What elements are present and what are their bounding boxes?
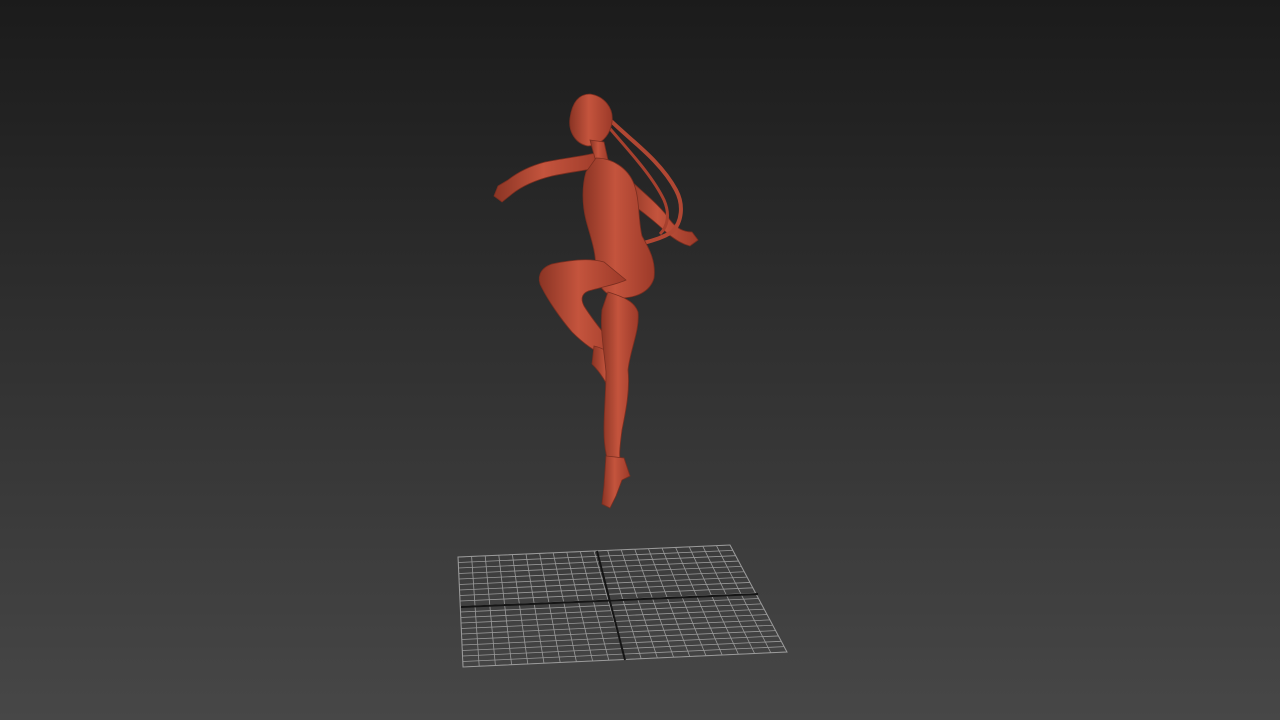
character-foot <box>601 455 631 509</box>
grid-line <box>688 546 739 655</box>
3d-viewport[interactable] <box>0 0 1280 720</box>
grid-line <box>716 545 772 653</box>
character-model[interactable] <box>493 93 699 509</box>
character-head <box>569 93 613 147</box>
character-standing-leg <box>601 291 639 477</box>
viewport-canvas <box>457 93 788 668</box>
grid-line <box>702 546 755 654</box>
